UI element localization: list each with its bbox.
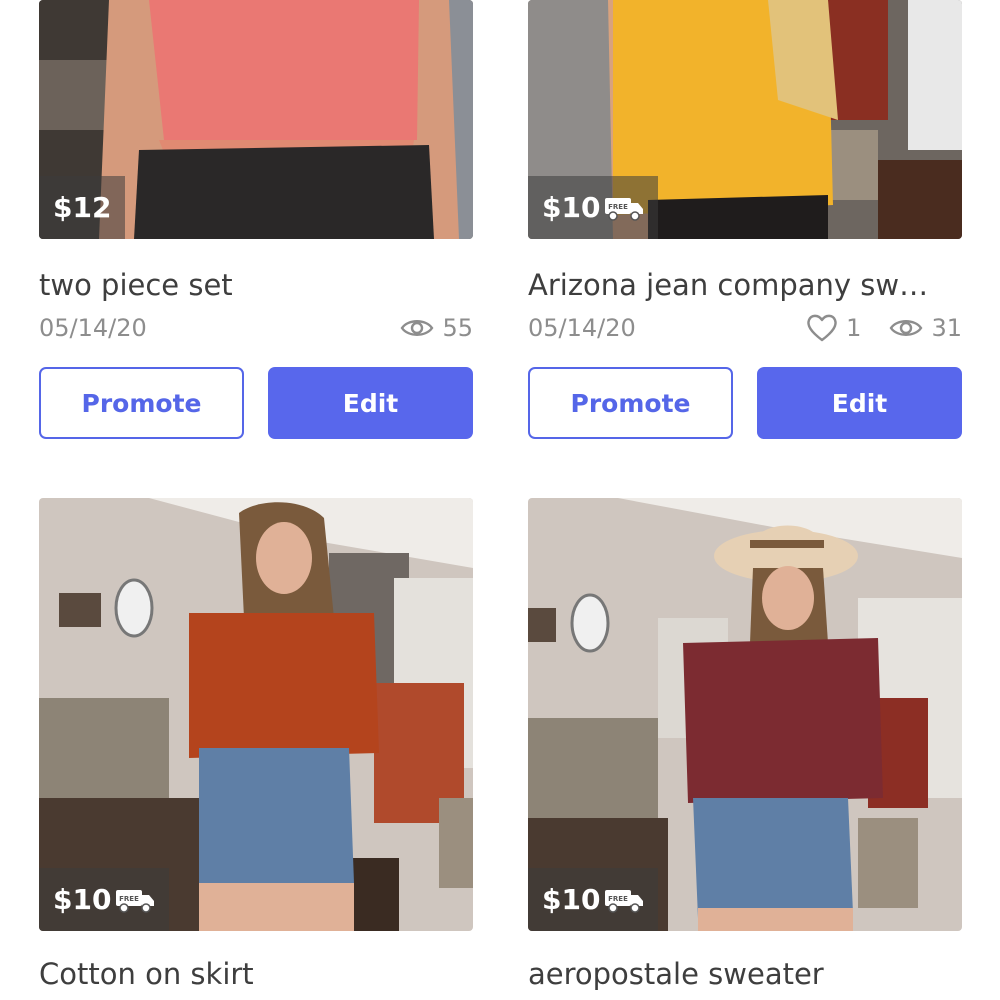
free-shipping-truck-icon: FREE [116, 889, 155, 913]
views-stat: 55 [400, 314, 473, 342]
listing-stats: 55 [400, 314, 473, 342]
free-label: FREE [120, 895, 140, 903]
listing-date: 05/14/20 [528, 314, 636, 342]
eye-icon [401, 320, 434, 336]
listings-grid: $12 two piece set 05/14/20 55 Promote Ed… [0, 0, 1000, 1000]
listing-image [39, 498, 473, 931]
views-stat: 31 [889, 314, 962, 342]
price-tag: $10 FREE [528, 868, 659, 931]
price-tag: $10 FREE [528, 176, 659, 239]
price-label: $10 [53, 883, 112, 916]
listing-image [528, 498, 962, 931]
price-tag: $10 FREE [39, 868, 170, 931]
views-count: 55 [442, 314, 473, 342]
price-label: $10 [542, 191, 601, 224]
views-count: 31 [931, 314, 962, 342]
listing-card: $10 FREE aeropostale sweater [528, 498, 962, 991]
listing-title[interactable]: Arizona jean company sw… [528, 268, 962, 302]
promote-button[interactable]: Promote [528, 367, 733, 439]
listing-photo[interactable]: $10 FREE [528, 498, 962, 931]
listing-meta: 05/14/20 1 31 [528, 311, 962, 345]
listing-title[interactable]: two piece set [39, 268, 473, 302]
listing-actions: Promote Edit [39, 367, 473, 439]
free-label: FREE [609, 203, 629, 211]
listing-card: $10 FREE Cotton on skirt [39, 498, 473, 991]
likes-stat[interactable]: 1 [806, 314, 861, 342]
likes-count: 1 [846, 314, 862, 342]
listing-stats: 1 31 [806, 314, 962, 342]
listing-photo[interactable]: $10 FREE [528, 0, 962, 239]
eye-icon [890, 320, 923, 336]
heart-icon [807, 314, 837, 342]
listing-date: 05/14/20 [39, 314, 147, 342]
listing-title[interactable]: Cotton on skirt [39, 957, 473, 991]
listing-photo[interactable]: $10 FREE [39, 498, 473, 931]
price-label: $12 [53, 191, 112, 224]
listing-actions: Promote Edit [528, 367, 962, 439]
listing-meta: 05/14/20 55 [39, 311, 473, 345]
price-tag: $12 [39, 176, 126, 239]
listing-card: $10 FREE Arizona jean company sw… 05/14/… [528, 0, 962, 439]
edit-button[interactable]: Edit [757, 367, 962, 439]
listing-card: $12 two piece set 05/14/20 55 Promote Ed… [39, 0, 473, 439]
price-label: $10 [542, 883, 601, 916]
free-shipping-truck-icon: FREE [605, 889, 644, 913]
listing-photo[interactable]: $12 [39, 0, 473, 239]
free-shipping-truck-icon: FREE [605, 197, 644, 221]
edit-button[interactable]: Edit [268, 367, 473, 439]
free-label: FREE [609, 895, 629, 903]
listing-title[interactable]: aeropostale sweater [528, 957, 962, 991]
promote-button[interactable]: Promote [39, 367, 244, 439]
